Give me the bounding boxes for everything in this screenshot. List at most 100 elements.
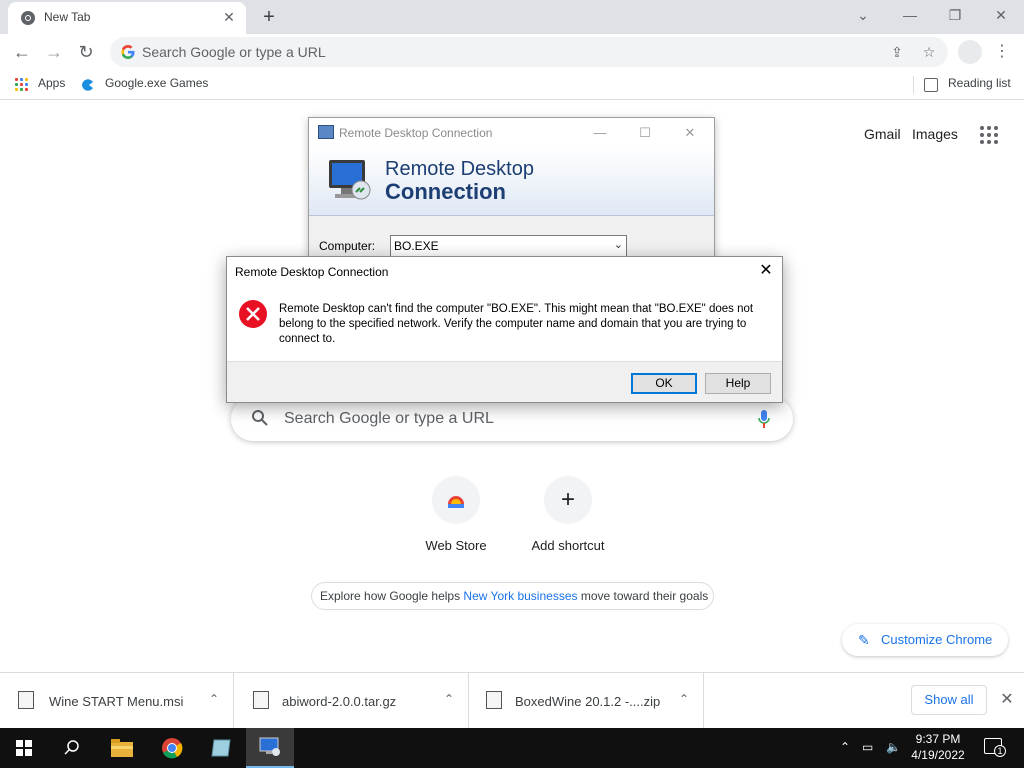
show-all-button[interactable]: Show all (911, 685, 987, 715)
notification-icon[interactable]: 1 (984, 738, 1006, 757)
taskbar-remote-desktop[interactable] (246, 728, 294, 768)
address-bar-placeholder: Search Google or type a URL (142, 44, 326, 60)
zip-file-icon (486, 691, 502, 709)
web-store-icon (448, 496, 464, 508)
error-icon (239, 300, 267, 328)
forward-icon[interactable]: → (42, 40, 66, 64)
search-icon (252, 410, 268, 426)
pencil-icon: ✎ (858, 632, 870, 648)
msi-file-icon (18, 691, 34, 709)
chrome-icon (162, 738, 183, 759)
taskbar-file-explorer[interactable] (98, 728, 146, 768)
reload-icon[interactable]: ↻ (74, 40, 98, 64)
rdc-banner-line2: Connection (385, 179, 506, 204)
download-item[interactable]: Wine START Menu.msi ⌃ (0, 673, 234, 729)
dialog-footer: OK Help (227, 361, 782, 402)
notification-count: 1 (994, 745, 1006, 757)
browser-toolbar: ← → ↻ Search Google or type a URL ⇪ ☆ ⋮ (0, 34, 1024, 70)
tab-title: New Tab (44, 10, 91, 24)
clock-date: 4/19/2022 (911, 748, 965, 762)
rdc-maximize-icon[interactable]: ☐ (631, 123, 659, 143)
address-bar[interactable]: Search Google or type a URL ⇪ ☆ (110, 37, 948, 67)
chevron-up-icon[interactable]: ⌃ (209, 692, 219, 706)
network-icon[interactable]: ▭ (862, 740, 873, 754)
taskbar-clock[interactable]: 9:37 PM 4/19/2022 (910, 731, 966, 763)
tab-new-tab[interactable]: New Tab ✕ (8, 2, 246, 34)
share-icon[interactable]: ⇪ (888, 43, 906, 61)
plus-icon: + (560, 486, 575, 513)
computer-value: BO.EXE (394, 239, 439, 253)
shortcut-tile: + (544, 476, 592, 524)
downloads-close-icon[interactable]: ✕ (997, 690, 1017, 710)
chrome-icon (21, 11, 35, 25)
remote-desktop-monitor-icon (329, 160, 371, 200)
download-item[interactable]: abiword-2.0.0.tar.gz ⌃ (235, 673, 469, 729)
ok-button[interactable]: OK (631, 373, 697, 394)
dialog-message: Remote Desktop can't find the computer "… (279, 303, 754, 345)
chevron-down-icon[interactable]: ⌄ (614, 238, 623, 251)
bookmarks-bar: Apps Google.exe Games Reading list (0, 70, 1024, 100)
bookmark-star-icon[interactable]: ☆ (920, 43, 938, 61)
reading-list-link[interactable]: Reading list (948, 76, 1011, 90)
rdc-banner: Remote Desktop Connection (309, 148, 714, 216)
search-icon (64, 740, 79, 755)
volume-icon[interactable]: 🔈 (886, 740, 901, 754)
archive-file-icon (253, 691, 269, 709)
ntp-search-box[interactable]: Search Google or type a URL (231, 397, 793, 441)
bookmark-apps[interactable]: Apps (38, 76, 65, 90)
tab-close-icon[interactable]: ✕ (220, 8, 238, 26)
rdc-close-icon[interactable]: ✕ (676, 123, 704, 143)
shortcut-web-store[interactable]: Web Store (401, 476, 511, 560)
customize-chrome-label: Customize Chrome (881, 632, 993, 647)
shortcut-label: Web Store (425, 538, 487, 553)
computer-label: Computer: (319, 239, 376, 253)
new-tab-button[interactable]: + (258, 6, 280, 28)
ntp-promo: Explore how Google helps New York busine… (311, 582, 714, 610)
folder-icon (111, 739, 133, 757)
microphone-icon[interactable] (757, 409, 771, 429)
taskbar-app[interactable] (197, 728, 245, 768)
chevron-up-icon[interactable]: ⌃ (444, 692, 454, 706)
promo-text-before: Explore how Google helps (320, 589, 464, 603)
shortcut-tile (432, 476, 480, 524)
images-link[interactable]: Images (912, 126, 958, 142)
apps-icon[interactable] (15, 78, 29, 92)
rdc-minimize-icon[interactable]: — (586, 123, 614, 143)
back-icon[interactable]: ← (10, 40, 34, 64)
google-apps-icon[interactable] (980, 126, 1000, 146)
google-g-icon (121, 45, 135, 59)
clock-time: 9:37 PM (915, 732, 961, 746)
bookmark-games[interactable]: Google.exe Games (105, 76, 208, 90)
start-button[interactable] (0, 728, 48, 768)
promo-link[interactable]: New York businesses (463, 589, 577, 603)
error-dialog: Remote Desktop Connection ✕ Remote Deskt… (226, 256, 783, 403)
profile-avatar[interactable] (958, 40, 982, 64)
dialog-close-icon[interactable]: ✕ (756, 261, 776, 281)
download-filename: Wine START Menu.msi (49, 694, 184, 709)
chevron-up-icon[interactable]: ⌃ (679, 692, 689, 706)
shortcut-add[interactable]: + Add shortcut (513, 476, 623, 560)
taskbar-chrome[interactable] (148, 728, 196, 768)
taskbar: ⌃ ▭ 🔈 9:37 PM 4/19/2022 1 (0, 728, 1024, 768)
customize-chrome-button[interactable]: ✎ Customize Chrome (842, 624, 1008, 656)
rdc-window: Remote Desktop Connection — ☐ ✕ Remote D… (308, 117, 715, 260)
tab-search-icon[interactable]: ⌄ (848, 4, 878, 26)
restore-icon[interactable]: ❐ (940, 4, 970, 26)
downloads-bar: Wine START Menu.msi ⌃ abiword-2.0.0.tar.… (0, 672, 1024, 729)
minimize-icon[interactable]: — (895, 4, 925, 26)
download-filename: BoxedWine 20.1.2 -....zip (515, 694, 661, 709)
download-item[interactable]: BoxedWine 20.1.2 -....zip ⌃ (470, 673, 704, 729)
games-icon (82, 79, 93, 91)
computer-combobox[interactable]: BO.EXE ⌄ (390, 235, 627, 257)
tray-chevron-icon[interactable]: ⌃ (840, 740, 850, 754)
reading-list-icon[interactable] (924, 78, 938, 92)
gmail-link[interactable]: Gmail (864, 126, 901, 142)
remote-desktop-icon (259, 737, 280, 756)
help-button[interactable]: Help (705, 373, 771, 394)
chrome-menu-icon[interactable]: ⋮ (990, 40, 1014, 64)
taskbar-search-button[interactable] (48, 728, 96, 768)
windows-icon (16, 740, 32, 756)
rdc-titlebar: Remote Desktop Connection — ☐ ✕ (309, 118, 714, 148)
rdc-app-icon (318, 125, 334, 139)
close-window-icon[interactable]: ✕ (986, 4, 1016, 26)
